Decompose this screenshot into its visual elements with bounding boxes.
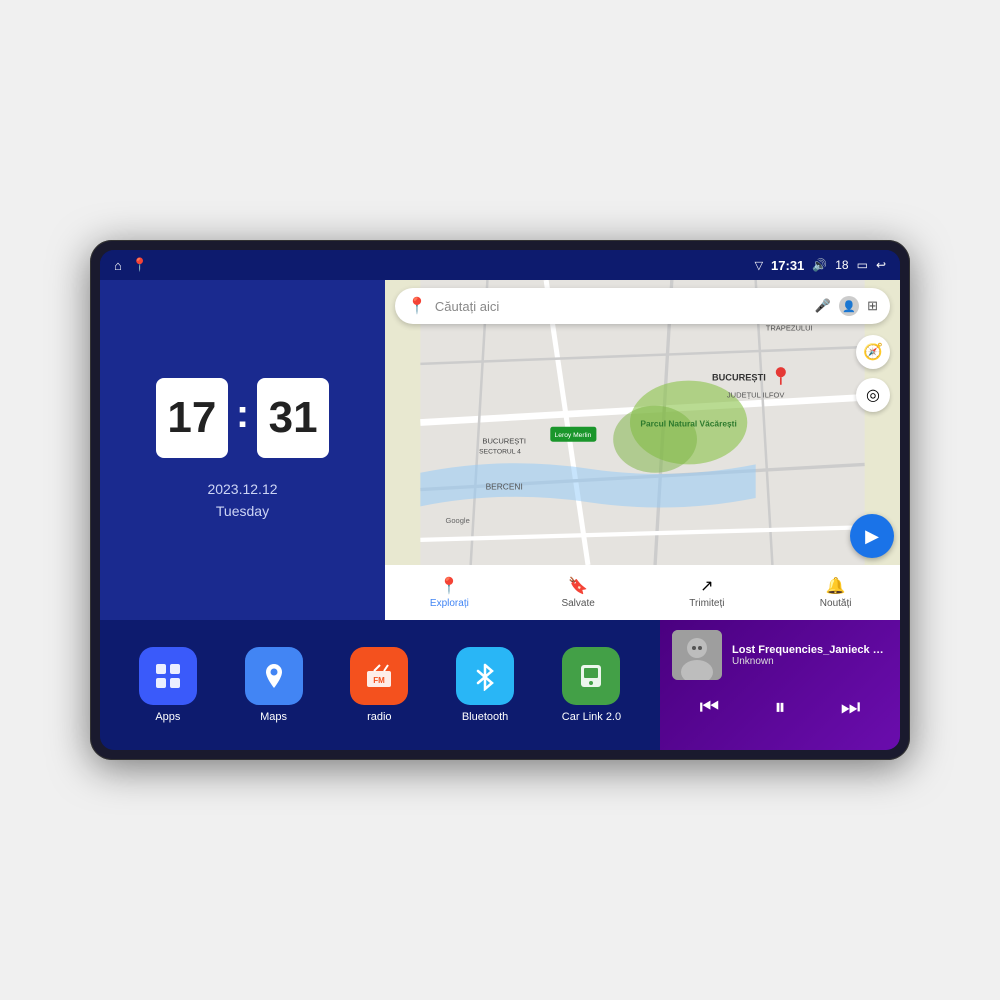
radio-label: radio bbox=[367, 711, 391, 723]
carlink-label: Car Link 2.0 bbox=[562, 711, 621, 723]
device-frame: ⌂ 📍 ▽ 17:31 🔊 18 ▭ ↩ 17 : bbox=[90, 240, 910, 760]
music-panel: Lost Frequencies_Janieck Devy-... Unknow… bbox=[660, 620, 900, 750]
svg-text:Google: Google bbox=[446, 516, 470, 525]
maps-label: Maps bbox=[260, 711, 287, 723]
apps-panel: Apps Maps bbox=[100, 620, 660, 750]
maps-icon[interactable]: 📍 bbox=[132, 257, 148, 273]
back-icon[interactable]: ↩ bbox=[876, 258, 886, 272]
music-text: Lost Frequencies_Janieck Devy-... Unknow… bbox=[732, 644, 888, 667]
clock-minutes: 31 bbox=[257, 378, 329, 458]
map-panel[interactable]: Parcul Natural Văcărești BUCUREȘTI JUDEȚ… bbox=[385, 280, 900, 620]
volume-icon: 🔊 bbox=[812, 258, 827, 272]
bluetooth-label: Bluetooth bbox=[462, 711, 508, 723]
saved-icon: 🔖 bbox=[568, 576, 588, 596]
map-compass-button[interactable]: 🧭 bbox=[856, 335, 890, 369]
play-pause-button[interactable]: ⏸ bbox=[766, 690, 793, 724]
map-nav-explore[interactable]: 📍 Explorați bbox=[385, 576, 514, 609]
app-item-carlink[interactable]: Car Link 2.0 bbox=[562, 647, 621, 723]
clock-date: 2023.12.12 Tuesday bbox=[207, 478, 277, 523]
album-art bbox=[672, 630, 722, 680]
clock-panel: 17 : 31 2023.12.12 Tuesday bbox=[100, 280, 385, 620]
status-left-icons: ⌂ 📍 bbox=[114, 257, 148, 273]
explore-icon: 📍 bbox=[439, 576, 459, 596]
apps-label: Apps bbox=[155, 711, 180, 723]
signal-icon: ▽ bbox=[755, 259, 763, 272]
news-icon: 🔔 bbox=[826, 576, 846, 596]
map-search-text[interactable]: Căutați aici bbox=[435, 299, 807, 314]
music-title: Lost Frequencies_Janieck Devy-... bbox=[732, 644, 888, 656]
mic-icon[interactable]: 🎤 bbox=[815, 298, 831, 314]
app-item-maps[interactable]: Maps bbox=[245, 647, 303, 723]
svg-text:BUCUREȘTI: BUCUREȘTI bbox=[712, 373, 766, 383]
status-right-area: ▽ 17:31 🔊 18 ▭ ↩ bbox=[755, 258, 886, 273]
radio-icon: FM bbox=[350, 647, 408, 705]
grid-icon[interactable]: ⊞ bbox=[867, 298, 878, 314]
maps-app-icon bbox=[245, 647, 303, 705]
device-screen: ⌂ 📍 ▽ 17:31 🔊 18 ▭ ↩ 17 : bbox=[100, 250, 900, 750]
home-icon[interactable]: ⌂ bbox=[114, 258, 122, 273]
svg-text:BERCENI: BERCENI bbox=[486, 482, 523, 492]
prev-button[interactable]: ⏮ bbox=[692, 690, 728, 724]
svg-text:BUCUREȘTI: BUCUREȘTI bbox=[482, 436, 526, 445]
svg-text:TRAPEZULUI: TRAPEZULUI bbox=[766, 323, 813, 332]
map-pin-icon: 📍 bbox=[407, 296, 427, 316]
svg-text:Leroy Merlin: Leroy Merlin bbox=[555, 432, 592, 439]
status-bar: ⌂ 📍 ▽ 17:31 🔊 18 ▭ ↩ bbox=[100, 250, 900, 280]
svg-text:JUDEȚUL ILFOV: JUDEȚUL ILFOV bbox=[727, 390, 784, 399]
top-section: 17 : 31 2023.12.12 Tuesday bbox=[100, 280, 900, 620]
map-search-bar[interactable]: 📍 Căutați aici 🎤 👤 ⊞ bbox=[395, 288, 890, 324]
carlink-icon bbox=[562, 647, 620, 705]
bluetooth-icon bbox=[456, 647, 514, 705]
app-item-bluetooth[interactable]: Bluetooth bbox=[456, 647, 514, 723]
app-item-apps[interactable]: Apps bbox=[139, 647, 197, 723]
map-start-button[interactable]: ▶ bbox=[850, 514, 894, 558]
main-content: 17 : 31 2023.12.12 Tuesday bbox=[100, 280, 900, 750]
bottom-section: Apps Maps bbox=[100, 620, 900, 750]
clock-colon: : bbox=[236, 392, 249, 437]
music-info: Lost Frequencies_Janieck Devy-... Unknow… bbox=[672, 630, 888, 680]
account-icon[interactable]: 👤 bbox=[839, 296, 859, 316]
map-location-button[interactable]: ◎ bbox=[856, 378, 890, 412]
app-item-radio[interactable]: FM radio bbox=[350, 647, 408, 723]
music-controls: ⏮ ⏸ ⏭ bbox=[672, 690, 888, 724]
svg-text:FM: FM bbox=[374, 676, 386, 685]
clock-hours: 17 bbox=[156, 378, 228, 458]
svg-text:SECTORUL 4: SECTORUL 4 bbox=[479, 449, 521, 456]
volume-level: 18 bbox=[835, 258, 848, 272]
map-nav-news[interactable]: 🔔 Noutăți bbox=[771, 576, 900, 609]
map-nav-saved[interactable]: 🔖 Salvate bbox=[514, 576, 643, 609]
map-nav-share[interactable]: ↗ Trimiteți bbox=[643, 576, 772, 609]
music-artist: Unknown bbox=[732, 656, 888, 667]
svg-text:Parcul Natural Văcărești: Parcul Natural Văcărești bbox=[640, 419, 736, 429]
map-search-icons: 🎤 👤 ⊞ bbox=[815, 296, 878, 316]
map-bottom-nav: 📍 Explorați 🔖 Salvate ↗ Trimiteți 🔔 bbox=[385, 565, 900, 620]
share-icon: ↗ bbox=[700, 576, 713, 596]
clock-display: 17 : 31 bbox=[156, 378, 329, 458]
status-time: 17:31 bbox=[771, 258, 804, 273]
next-button[interactable]: ⏭ bbox=[833, 690, 869, 724]
battery-icon: ▭ bbox=[857, 258, 868, 272]
apps-icon bbox=[139, 647, 197, 705]
